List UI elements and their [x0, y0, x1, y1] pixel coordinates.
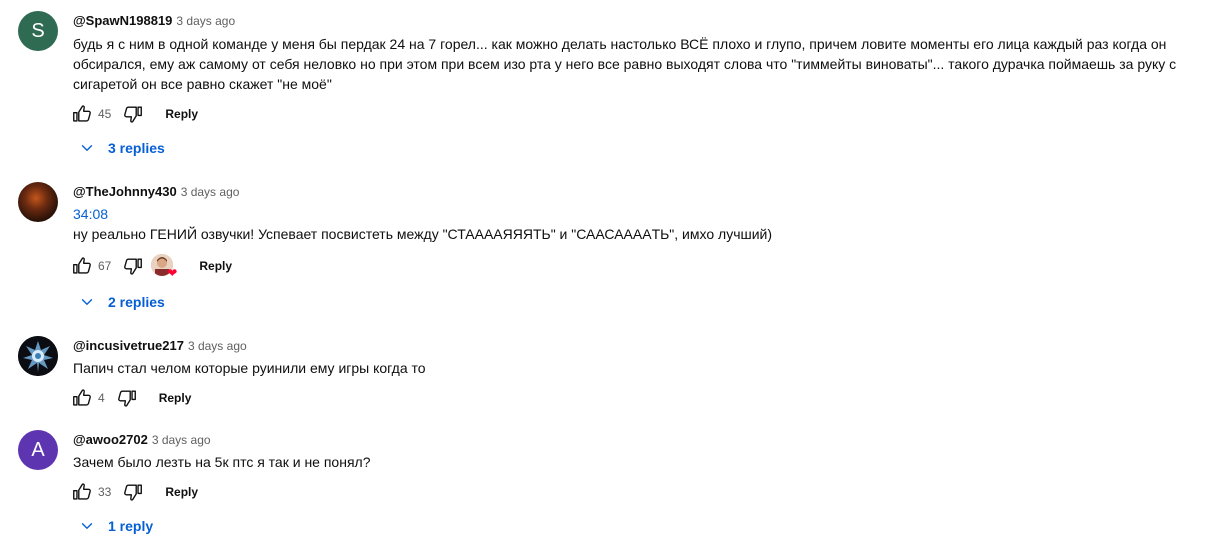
comment-text: Зачем было лезть на 5к птс я так и не по…: [73, 454, 371, 470]
thumbs-up-icon: [73, 483, 91, 500]
reply-button[interactable]: Reply: [143, 382, 208, 414]
avatar[interactable]: A: [18, 430, 58, 470]
thumbs-up-icon: [73, 105, 91, 122]
dislike-button[interactable]: [111, 382, 143, 414]
chevron-down-icon: [78, 139, 96, 157]
comment-thread: A @awoo2702 3 days ago Зачем было лезть н…: [0, 430, 1216, 546]
comment-author[interactable]: @incusivetrue217: [73, 338, 184, 353]
avatar[interactable]: S: [18, 11, 58, 51]
dislike-button[interactable]: [117, 98, 149, 130]
like-button[interactable]: [66, 98, 98, 130]
comment-time[interactable]: 3 days ago: [188, 339, 247, 353]
thumbs-up-icon: [73, 257, 91, 274]
avatar-letter: A: [31, 438, 45, 461]
avatar[interactable]: [18, 336, 58, 376]
reply-button[interactable]: Reply: [183, 250, 248, 282]
thumbs-up-icon: [73, 389, 91, 406]
replies-label: 1 reply: [108, 518, 154, 534]
replies-label: 2 replies: [108, 294, 165, 310]
comment-thread: @incusivetrue217 3 days ago Папич стал че…: [0, 336, 1216, 416]
avatar-letter: S: [31, 19, 45, 42]
comment-author[interactable]: @SpawN198819: [73, 13, 172, 28]
creator-heart-badge: ❤: [151, 254, 178, 280]
thumbs-down-icon: [117, 390, 136, 407]
like-button[interactable]: [66, 382, 98, 414]
replies-label: 3 replies: [108, 140, 165, 156]
comment-author[interactable]: @awoo2702: [73, 432, 148, 447]
dislike-button[interactable]: [117, 476, 149, 508]
comment-time[interactable]: 3 days ago: [181, 185, 240, 199]
comment-actions: 4 Reply: [66, 382, 207, 414]
like-count: 33: [98, 485, 112, 499]
reply-button[interactable]: Reply: [149, 98, 214, 130]
like-count: 67: [98, 259, 112, 273]
video-timestamp-link[interactable]: 34:08: [73, 204, 1203, 224]
comment-body: ну реально ГЕНИЙ озвучки! Успевает посви…: [73, 226, 773, 242]
comment-author[interactable]: @TheJohnny430: [73, 184, 177, 199]
avatar-emblem: [18, 336, 58, 376]
comment-actions: 33 Reply: [66, 476, 214, 508]
thumbs-down-icon: [124, 484, 143, 501]
comment-thread: @TheJohnny430 3 days ago 34:08 ну реально…: [0, 182, 1216, 322]
view-replies-button[interactable]: 2 replies: [66, 284, 177, 320]
reply-button[interactable]: Reply: [149, 476, 214, 508]
avatar[interactable]: [18, 182, 58, 222]
heart-icon: ❤: [167, 266, 178, 280]
comment-header: @TheJohnny430 3 days ago: [73, 183, 239, 201]
comment-actions: 45 Reply: [66, 98, 214, 130]
view-replies-button[interactable]: 1 reply: [66, 508, 165, 544]
comment-text: 34:08 ну реально ГЕНИЙ озвучки! Успевает…: [73, 204, 1203, 244]
comment-header: @SpawN198819 3 days ago: [73, 12, 235, 30]
like-count: 4: [98, 391, 105, 405]
comment-header: @incusivetrue217 3 days ago: [73, 337, 247, 355]
like-button[interactable]: [66, 476, 98, 508]
chevron-down-icon: [78, 293, 96, 311]
like-button[interactable]: [66, 250, 98, 282]
comment-actions: 67 ❤ Reply: [66, 250, 248, 282]
like-count: 45: [98, 107, 112, 121]
dislike-button[interactable]: [117, 250, 149, 282]
comment-text: Папич стал челом которые руинили ему игр…: [73, 360, 426, 376]
comment-time[interactable]: 3 days ago: [152, 433, 211, 447]
comment-thread: S @SpawN198819 3 days ago будь я с ним в …: [0, 0, 1216, 170]
chevron-down-icon: [78, 517, 96, 535]
comment-time[interactable]: 3 days ago: [176, 14, 235, 28]
thumbs-down-icon: [124, 106, 143, 123]
thumbs-down-icon: [124, 258, 143, 275]
view-replies-button[interactable]: 3 replies: [66, 130, 177, 166]
comment-text: будь я с ним в одной команде у меня бы п…: [73, 36, 1177, 92]
comment-header: @awoo2702 3 days ago: [73, 431, 211, 449]
